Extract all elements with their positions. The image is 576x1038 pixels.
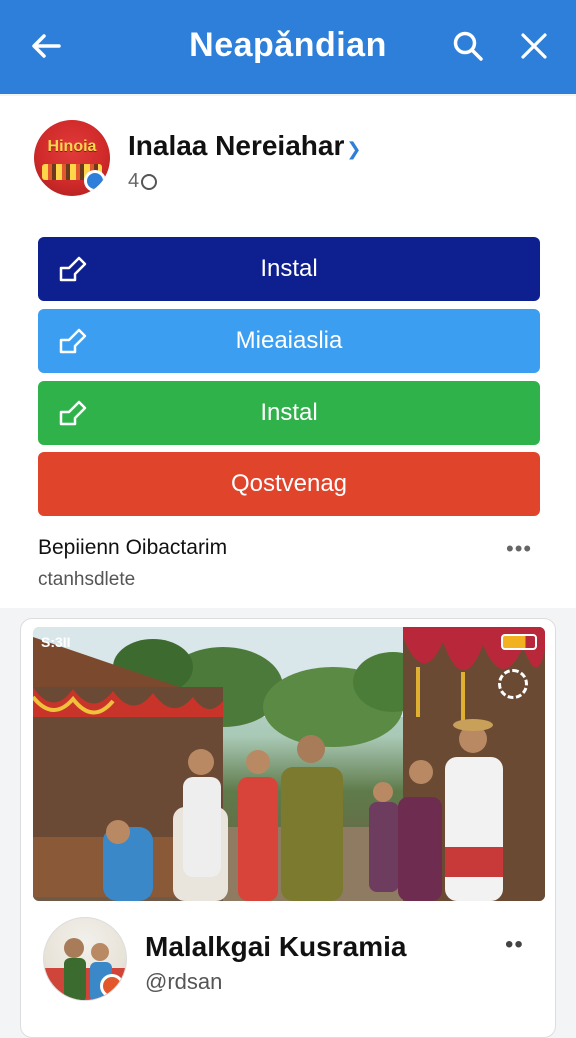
market-scene-illustration [33,627,545,901]
camera-focus-icon [498,669,528,699]
install-secondary-button-label: Instal [260,399,318,426]
post-author-avatar[interactable] [43,917,127,1001]
post-more-options-icon[interactable]: •• [505,931,524,959]
app-avatar[interactable]: Hinoia [34,120,110,196]
post-author-badge-icon [100,974,124,998]
share-button[interactable]: Mieaiaslia [38,309,540,373]
top-app-bar: Neapǎndian [0,0,576,94]
search-icon[interactable] [446,24,490,68]
post-author-handle: @rdsan [145,969,223,994]
section-subtitle: ctanhsdlete [38,569,136,590]
report-button[interactable]: Qostvenag [38,452,540,516]
close-icon[interactable] [512,24,556,68]
post-card[interactable]: S:3II Malalkgai Kusramia @rdsan •• [20,618,556,1038]
edit-icon [59,400,87,426]
report-button-label: Qostvenag [230,470,348,497]
install-button[interactable]: Instal [38,237,540,301]
verified-badge-icon [84,170,106,192]
share-icon [59,328,87,354]
post-photo[interactable]: S:3II [33,627,545,901]
install-icon [59,256,87,282]
app-name-row: Inalaa Nereiahar ❯ [128,130,361,162]
more-options-icon[interactable]: ••• [506,536,532,562]
app-sub-count: 4 [128,170,140,192]
app-sub-row: 4 [128,170,158,193]
battery-icon [501,634,537,650]
app-details-card: Hinoia Inalaa Nereiahar ❯ 4 Instal Mieaia… [0,96,576,608]
photo-status-bar: S:3II [41,633,537,651]
photo-status-time: S:3II [41,634,71,650]
install-secondary-button[interactable]: Instal [38,381,540,445]
section-title: Bepiienn Oibactarim [38,536,228,559]
app-avatar-logo-text: Hinoia [47,138,97,155]
post-author-name[interactable]: Malalkgai Kusramia [145,931,406,963]
share-button-label: Mieaiaslia [235,327,343,354]
chevron-right-icon: ❯ [346,139,362,159]
ring-icon [141,173,158,190]
install-button-label: Instal [260,255,318,282]
app-name: Inalaa Nereiahar [128,130,345,161]
